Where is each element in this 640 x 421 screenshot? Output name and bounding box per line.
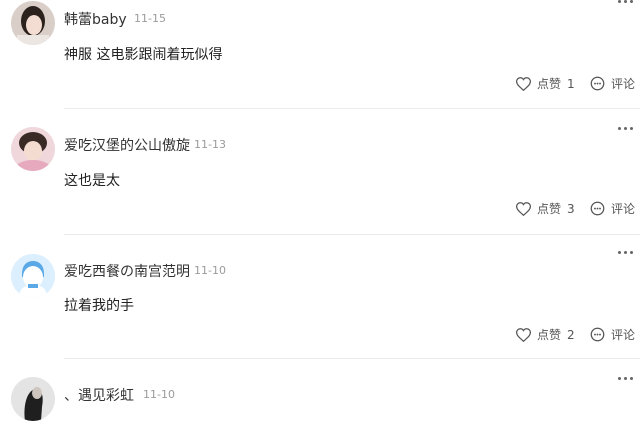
avatar[interactable] xyxy=(11,127,55,171)
comment-item: 爱吃汉堡的公山傲旋 11-13 这也是太 点赞 3 评论 xyxy=(0,110,640,235)
like-label: 点赞 xyxy=(537,202,562,216)
heart-icon xyxy=(516,201,531,216)
avatar[interactable] xyxy=(11,1,55,45)
heart-icon xyxy=(516,76,531,91)
reply-button[interactable]: 评论 xyxy=(590,75,635,92)
comment-date: 11-15 xyxy=(134,12,166,25)
comment-text: 拉着我的手 xyxy=(64,298,134,314)
comment-username[interactable]: 爱吃西餐の南宫范明 xyxy=(64,261,190,281)
comment-item: 、遇见彩虹 11-10 xyxy=(0,360,640,421)
reply-button[interactable]: 评论 xyxy=(590,326,635,343)
comment-username[interactable]: 韩蕾baby xyxy=(64,9,127,29)
comment-date: 11-13 xyxy=(194,138,226,151)
comment-username[interactable]: 、遇见彩虹 xyxy=(64,385,134,405)
like-button[interactable]: 点赞 3 xyxy=(516,200,575,217)
more-options-icon[interactable] xyxy=(618,0,634,4)
more-options-icon[interactable] xyxy=(618,377,634,381)
like-count: 1 xyxy=(567,76,575,91)
like-count: 3 xyxy=(567,201,575,216)
avatar[interactable] xyxy=(11,254,55,298)
comment-bubble-icon xyxy=(590,76,605,91)
like-label: 点赞 xyxy=(537,77,562,91)
reply-label: 评论 xyxy=(611,202,636,216)
comment-text: 这也是太 xyxy=(64,173,120,189)
divider xyxy=(64,108,640,109)
comment-item: 韩蕾baby 11-15 神服 这电影跟闹着玩似得 点赞 1 评论 xyxy=(0,0,640,110)
comment-username[interactable]: 爱吃汉堡的公山傲旋 xyxy=(64,135,190,155)
comment-date: 11-10 xyxy=(194,264,226,277)
avatar[interactable] xyxy=(11,377,55,421)
like-label: 点赞 xyxy=(537,328,562,342)
comment-text: 神服 这电影跟闹着玩似得 xyxy=(64,47,223,63)
more-options-icon[interactable] xyxy=(618,127,634,131)
comment-date: 11-10 xyxy=(143,388,175,401)
comment-bubble-icon xyxy=(590,327,605,342)
reply-label: 评论 xyxy=(611,77,636,91)
reply-button[interactable]: 评论 xyxy=(590,200,635,217)
heart-icon xyxy=(516,327,531,342)
reply-label: 评论 xyxy=(611,328,636,342)
comment-bubble-icon xyxy=(590,201,605,216)
more-options-icon[interactable] xyxy=(618,251,634,255)
comment-item: 爱吃西餐の南宫范明 11-10 拉着我的手 点赞 2 评论 xyxy=(0,234,640,360)
like-button[interactable]: 点赞 2 xyxy=(516,326,575,343)
like-count: 2 xyxy=(567,327,575,342)
like-button[interactable]: 点赞 1 xyxy=(516,75,575,92)
divider xyxy=(64,358,640,359)
